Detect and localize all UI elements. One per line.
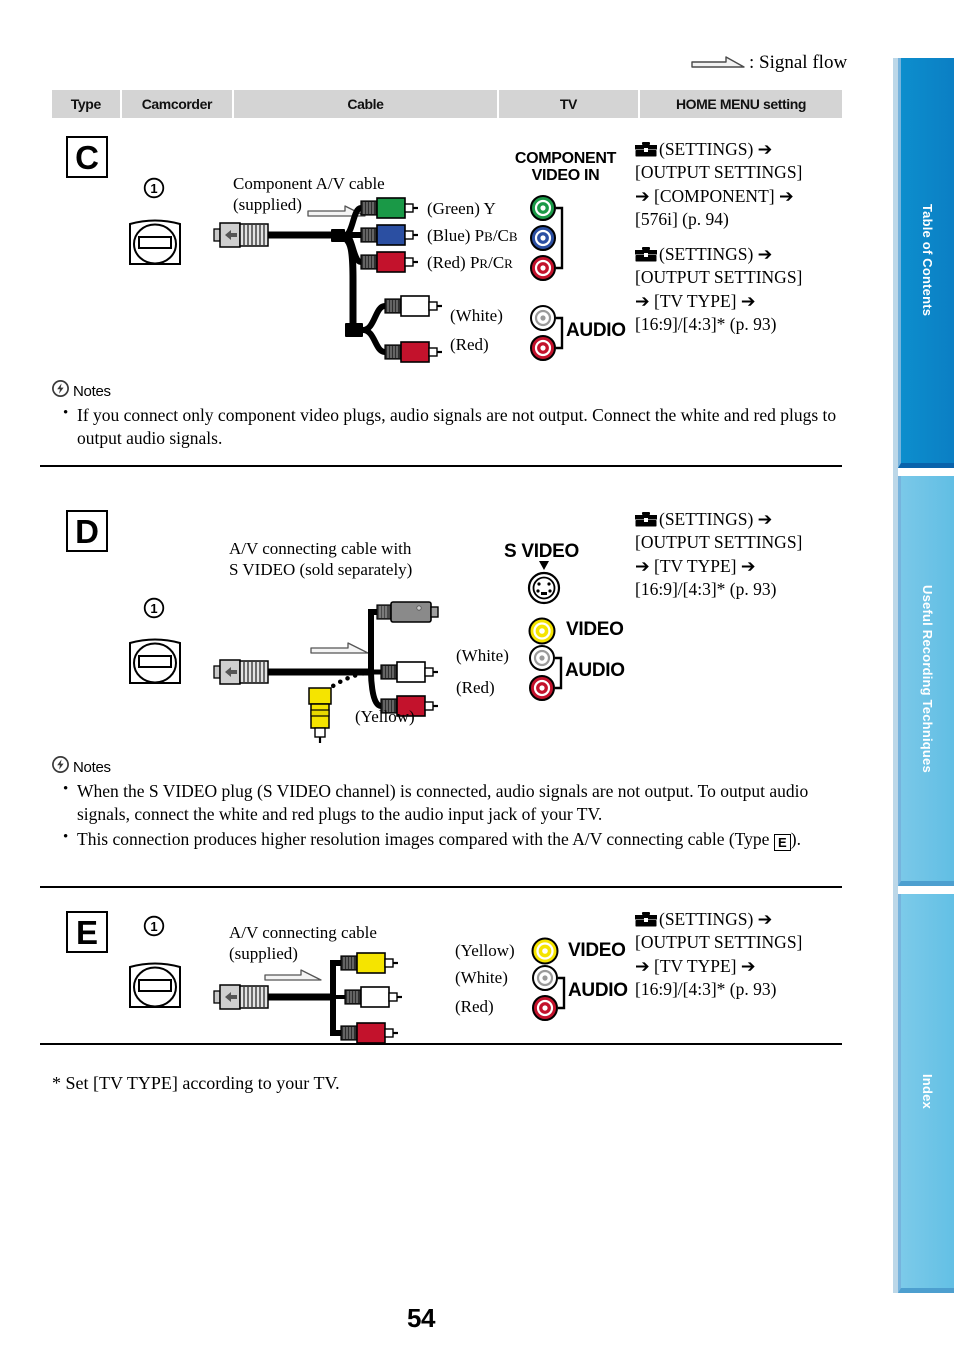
note-item: When the S VIDEO plug (S VIDEO channel) … [62, 779, 852, 827]
home-menu-setting-c: (SETTINGS) ➔ [OUTPUT SETTINGS] ➔ [COMPON… [635, 138, 850, 336]
notes-heading-c: Notes [52, 380, 111, 402]
section-divider-2 [40, 886, 842, 888]
sidebar-tab-label: Index [920, 1073, 935, 1109]
signal-flow-arrow-icon [690, 54, 746, 72]
table-header-cable: Cable [234, 90, 497, 118]
plug-label-white-c: (White) [450, 306, 503, 325]
notes-icon [52, 756, 69, 778]
plug-label-green-c: (Green) Y [427, 199, 496, 218]
note-item: If you connect only component video plug… [62, 403, 852, 451]
note-item: This connection produces higher resoluti… [62, 827, 852, 851]
notes-title-c: Notes [73, 382, 111, 400]
av-remote-connector-icon-c [126, 218, 184, 265]
callout-number-1-d: 1 [143, 597, 165, 619]
page-number: 54 [407, 1303, 435, 1333]
tv-jack-label-video-e: VIDEO [568, 940, 626, 961]
menu-block-tvtype-d: (SETTINGS) ➔ [OUTPUT SETTINGS] ➔ [TV TYP… [635, 509, 803, 599]
menu-block-tvtype-e: (SETTINGS) ➔ [OUTPUT SETTINGS] ➔ [TV TYP… [635, 909, 803, 999]
table-header-type: Type [52, 90, 120, 118]
plug-label-blue-c: (Blue) PB/CB [427, 226, 518, 245]
section-divider-1 [40, 465, 842, 467]
callout-number-1-e: 1 [143, 915, 165, 937]
sidebar-tab-useful-recording-techniques[interactable]: Useful Recording Techniques [898, 476, 954, 886]
cable-name-d: A/V connecting cable with S VIDEO (sold … [229, 539, 413, 580]
sidebar-tab-label: Useful Recording Techniques [920, 584, 935, 773]
signal-flow-legend: : Signal flow [690, 52, 847, 74]
tv-jack-svideo-d [525, 561, 565, 612]
toolbox-icon [635, 910, 657, 927]
table-header-row: Type Camcorder Cable TV HOME MENU settin… [52, 90, 842, 118]
notes-heading-d: Notes [52, 756, 111, 778]
svg-text:1: 1 [150, 919, 157, 934]
av-remote-connector-icon-d [126, 637, 184, 684]
toolbox-icon [635, 140, 657, 157]
tv-jack-label-audio-d: AUDIO [565, 660, 625, 681]
callout-number-1-c: 1 [143, 177, 165, 199]
svg-text:1: 1 [150, 181, 157, 196]
table-header-tv: TV [498, 90, 639, 118]
footnote-tv-type: * Set [TV TYPE] according to your TV. [52, 1073, 340, 1093]
toolbox-icon [635, 245, 657, 262]
table-header-home-menu: HOME MENU setting [640, 90, 842, 118]
plug-label-red-d: (Red) [456, 678, 495, 697]
plug-label-yellow-d: (Yellow) [355, 707, 415, 726]
plug-label-red-audio-c: (Red) [450, 335, 489, 354]
sidebar-tab-index[interactable]: Index [898, 894, 954, 1293]
notes-icon [52, 380, 69, 402]
sidebar-tab-table-of-contents[interactable]: Table of Contents [898, 58, 954, 468]
svg-text:1: 1 [150, 601, 157, 616]
av-remote-connector-icon-e [126, 961, 184, 1008]
type-badge-e: E [66, 911, 108, 953]
type-badge-c: C [66, 136, 108, 178]
home-menu-setting-e: (SETTINGS) ➔ [OUTPUT SETTINGS] ➔ [TV TYP… [635, 908, 850, 1001]
plug-label-white-e: (White) [455, 968, 508, 987]
section-divider-3 [40, 1043, 842, 1045]
tv-jack-group-label-audio-c: AUDIO [566, 320, 626, 341]
signal-flow-label: : Signal flow [749, 52, 848, 73]
toolbox-icon [635, 510, 657, 527]
menu-block-tvtype-c: (SETTINGS) ➔ [OUTPUT SETTINGS] ➔ [TV TYP… [635, 244, 803, 334]
home-menu-setting-d: (SETTINGS) ➔ [OUTPUT SETTINGS] ➔ [TV TYP… [635, 508, 850, 601]
notes-title-d: Notes [73, 758, 111, 776]
plug-label-yellow-e: (Yellow) [455, 941, 515, 960]
tv-jacks-component-c [528, 195, 588, 290]
plug-label-red-c: (Red) PR/CR [427, 253, 513, 272]
tv-jack-label-svideo-d: S VIDEO [504, 541, 579, 562]
inline-type-badge-e: E [773, 833, 791, 851]
type-badge-d: D [66, 510, 108, 552]
table-header-camcorder: Camcorder [121, 90, 233, 118]
notes-list-d: When the S VIDEO plug (S VIDEO channel) … [62, 779, 852, 852]
manual-page: : Signal flow Type Camcorder Cable TV HO… [0, 0, 954, 1357]
plug-label-red-e: (Red) [455, 997, 494, 1016]
plug-label-white-d: (White) [456, 646, 509, 665]
tv-jack-label-video-d: VIDEO [566, 619, 624, 640]
tv-jack-label-audio-e: AUDIO [568, 980, 628, 1001]
notes-list-c: If you connect only component video plug… [62, 403, 852, 452]
menu-block-component: (SETTINGS) ➔ [OUTPUT SETTINGS] ➔ [COMPON… [635, 139, 803, 229]
tv-jack-group-label-component-c: COMPONENT VIDEO IN [514, 150, 617, 185]
sidebar-tabs: Table of Contents Useful Recording Techn… [893, 58, 954, 1293]
sidebar-tab-label: Table of Contents [920, 204, 935, 317]
